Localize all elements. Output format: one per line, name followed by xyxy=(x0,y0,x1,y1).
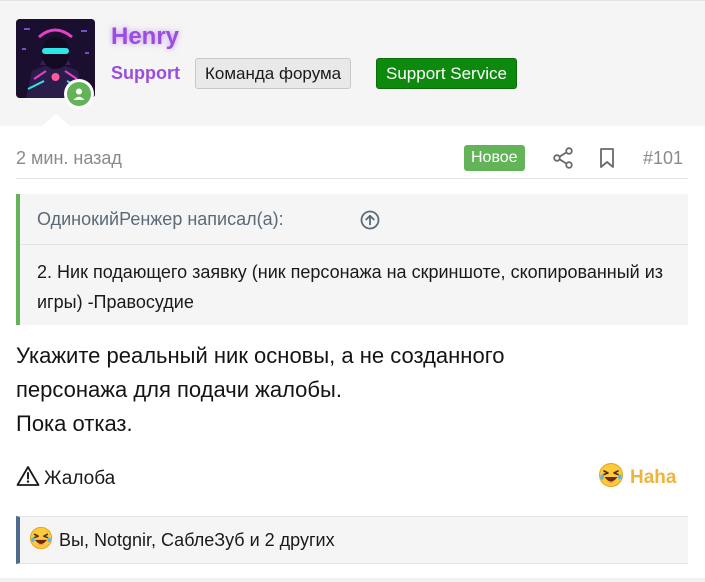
message-content: Укажите реальный ник основы, а не создан… xyxy=(16,339,688,441)
message-line: Укажите реальный ник основы, а не создан… xyxy=(16,343,505,368)
message-line: Пока отказ. xyxy=(16,411,133,436)
laughing-emoji-icon xyxy=(29,526,53,555)
post-date-link[interactable]: 2 мин. назад xyxy=(16,148,122,169)
share-icon[interactable] xyxy=(551,146,575,170)
reaction-label: Haha xyxy=(630,467,677,488)
bookmark-icon[interactable] xyxy=(595,146,619,170)
quote-author[interactable]: ОдинокийРенжер написал(а): xyxy=(37,209,284,230)
user-header: Henry Support Команда форума Support Ser… xyxy=(0,0,705,128)
username[interactable]: Henry xyxy=(111,23,179,51)
online-status-badge xyxy=(64,79,94,109)
new-badge: Новое xyxy=(464,145,525,171)
reactions-summary[interactable]: Вы, Notgnir, СаблеЗуб и 2 других xyxy=(59,530,335,551)
quote-text: 2. Ник подающего заявку (ник персонажа н… xyxy=(37,262,664,312)
reactions-bar[interactable]: Вы, Notgnir, СаблеЗуб и 2 других xyxy=(16,516,688,564)
banner-forum-team: Команда форума xyxy=(195,58,352,89)
user-online-icon xyxy=(67,82,91,106)
laughing-emoji-icon xyxy=(598,462,624,494)
message-attribution: 2 мин. назад Новое #101 xyxy=(0,126,705,178)
report-button[interactable]: Жалоба xyxy=(16,465,115,493)
quote-block: ОдинокийРенжер написал(а): 2. Ник подающ… xyxy=(16,194,688,325)
post-bottom-divider xyxy=(0,578,705,582)
forum-post: Henry Support Команда форума Support Ser… xyxy=(0,0,705,582)
user-title: Support xyxy=(111,63,180,83)
arrow-up-circle-icon[interactable] xyxy=(360,210,380,230)
quote-header: ОдинокийРенжер написал(а): xyxy=(20,194,688,245)
post-number-link[interactable]: #101 xyxy=(643,148,683,169)
report-label: Жалоба xyxy=(44,468,116,489)
meta-divider xyxy=(16,178,688,179)
banner-support-service: Support Service xyxy=(376,58,517,89)
warning-triangle-icon xyxy=(16,465,40,493)
reaction-button[interactable]: Haha xyxy=(598,463,676,493)
message-line: персонажа для подачи жалобы. xyxy=(16,377,342,402)
